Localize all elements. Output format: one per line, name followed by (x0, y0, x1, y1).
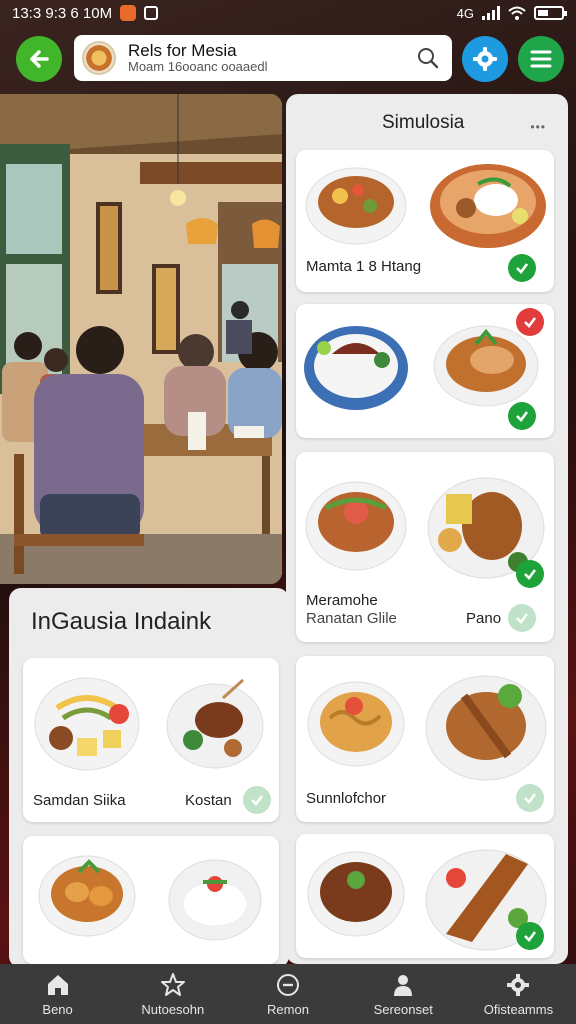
status-time: 13:3 9:3 6 10M (12, 4, 113, 22)
bottom-navigation: Beno Nutoesohn Remon Sereonset Ofisteamm… (0, 964, 576, 1024)
arrow-left-icon (30, 50, 49, 68)
menu-button[interactable] (518, 36, 564, 82)
more-icon[interactable]: ••• (530, 120, 546, 134)
person-icon (394, 974, 413, 996)
check-icon[interactable] (516, 922, 544, 950)
food-name: Sunnlofchor (306, 790, 387, 807)
indonesia-panel: InGausia Indaink Samdan Siika Kostan (9, 588, 289, 968)
settings-button[interactable] (462, 36, 508, 82)
battery-icon (534, 6, 567, 20)
search-subtitle: Moam 16ooanc ooaaedl (128, 59, 268, 75)
food-name: Samdan Siika (33, 792, 126, 809)
hamburger-icon (530, 50, 552, 68)
nav-item-profile[interactable]: Sereonset (346, 964, 461, 1024)
status-bar: 13:3 9:3 6 10M 4G (0, 0, 576, 26)
food-name-line2: Ranatan Glile (306, 610, 397, 627)
home-icon (47, 974, 68, 995)
star-icon (160, 972, 185, 996)
nav-item-favorites[interactable]: Nutoesohn (115, 964, 230, 1024)
nav-label: Beno (42, 1001, 73, 1017)
nav-label: Ofisteamms (483, 1001, 554, 1017)
minus-circle-icon (277, 973, 299, 996)
food-card[interactable] (23, 836, 279, 964)
food-image (307, 849, 547, 951)
check-icon[interactable] (508, 254, 536, 282)
back-button[interactable] (16, 36, 62, 82)
gear-icon (473, 47, 497, 71)
network-type-icon: 4G (456, 5, 474, 21)
panel-title: Simulosia (382, 112, 465, 133)
notification-app-icon (120, 5, 137, 21)
gear-icon (507, 973, 530, 996)
nav-label: Nutoesohn (141, 1001, 205, 1017)
food-card[interactable]: Sunnlofchor (296, 656, 554, 822)
nav-label: Sereonset (373, 1001, 433, 1017)
top-bar: Rels for Mesia Moam 16ooanc ooaaedl (0, 34, 576, 84)
notification-icon (144, 6, 159, 20)
remove-icon[interactable] (516, 308, 544, 336)
search-title: Rels for Mesia (128, 41, 237, 61)
check-icon[interactable] (508, 402, 536, 430)
food-card[interactable]: Mamta 1 8 Htang (296, 150, 554, 292)
food-name: Kostan (185, 792, 232, 809)
restaurant-photo (0, 94, 282, 584)
food-name-line1: Meramohe (306, 592, 378, 609)
panel-title: InGausia Indaink (31, 608, 212, 635)
check-icon[interactable] (508, 604, 536, 632)
search-bar[interactable]: Rels for Mesia Moam 16ooanc ooaaedl (74, 35, 452, 81)
signal-icon (482, 6, 500, 20)
wifi-icon (508, 6, 526, 20)
check-icon[interactable] (516, 784, 544, 812)
check-icon[interactable] (243, 786, 271, 814)
food-card[interactable] (296, 304, 554, 438)
nav-item-remove[interactable]: Remon (230, 964, 345, 1024)
food-card[interactable] (296, 834, 554, 958)
simulosia-panel: Simulosia ••• Mamta 1 8 Htang Meramohe R… (286, 94, 568, 964)
food-card[interactable]: Samdan Siika Kostan (23, 658, 279, 822)
food-name: Mamta 1 8 Htang (306, 258, 422, 275)
food-card[interactable]: Meramohe Ranatan Glile Pano (296, 452, 554, 642)
nav-item-home[interactable]: Beno (0, 964, 115, 1024)
nav-item-settings[interactable]: Ofisteamms (461, 964, 576, 1024)
restaurant-thumbnail (82, 41, 116, 75)
nav-label: Remon (267, 1001, 309, 1017)
check-icon[interactable] (516, 560, 544, 588)
food-image (38, 855, 262, 941)
search-icon[interactable] (416, 46, 440, 70)
food-price: Pano (466, 610, 502, 627)
